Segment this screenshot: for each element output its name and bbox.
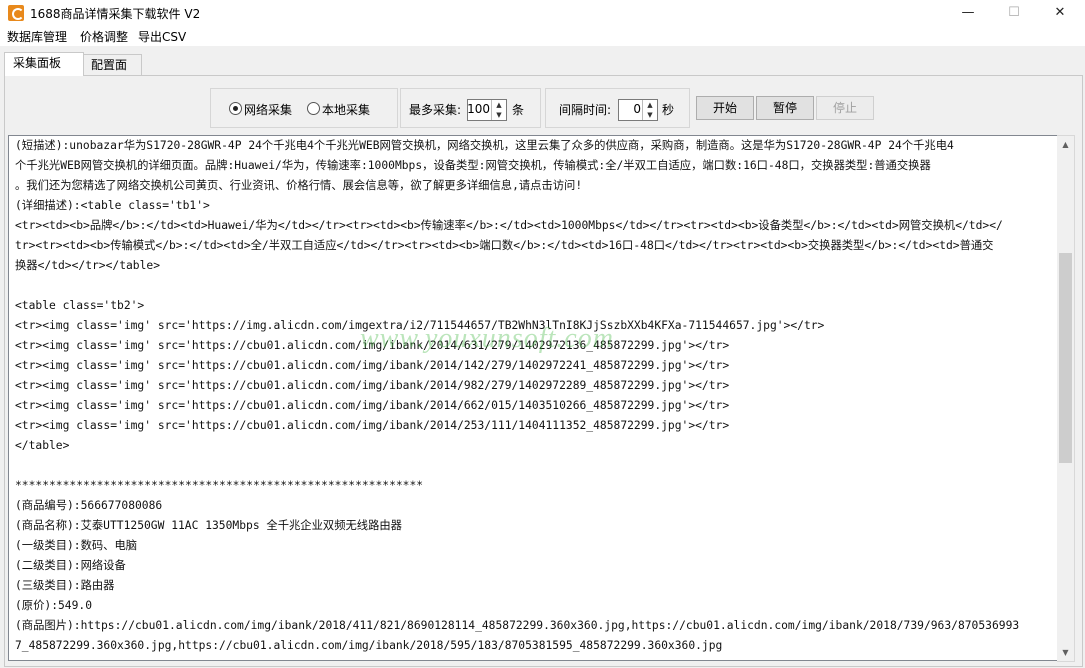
log-line: </table> bbox=[15, 439, 70, 452]
window-title: 1688商品详情采集下载软件 V2 bbox=[30, 7, 201, 21]
menu-export-csv[interactable]: 导出CSV bbox=[138, 28, 186, 45]
log-line: (二级类目):网络设备 bbox=[15, 559, 126, 572]
log-line: 换器</td></tr></table> bbox=[15, 259, 161, 272]
log-line: 7_485872299.360x360.jpg,https://cbu01.al… bbox=[15, 639, 723, 652]
log-line: ****************************************… bbox=[15, 479, 424, 492]
radio-network-label: 网络采集 bbox=[244, 103, 293, 117]
spin-down-icon[interactable]: ▼ bbox=[643, 110, 657, 120]
minimize-button[interactable]: — bbox=[945, 0, 991, 26]
log-line: <tr><img class='img' src='https://cbu01.… bbox=[15, 419, 730, 432]
log-line: (商品编号):566677080086 bbox=[15, 499, 163, 512]
radio-local[interactable] bbox=[307, 102, 320, 115]
log-line: <tr><img class='img' src='https://cbu01.… bbox=[15, 399, 730, 412]
start-button[interactable]: 开始 bbox=[696, 96, 754, 120]
interval-group: 间隔时间: 0 ▲ ▼ 秒 bbox=[545, 88, 690, 128]
log-line: (短描述):unobazar华为S1720-28GWR-4P 24个千兆电4个千… bbox=[15, 139, 954, 152]
max-count-label: 最多采集: bbox=[409, 103, 462, 117]
log-line: (一级类目):数码、电脑 bbox=[15, 539, 138, 552]
interval-stepper[interactable]: 0 ▲ ▼ bbox=[618, 99, 658, 121]
log-line: <tr><img class='img' src='https://cbu01.… bbox=[15, 379, 730, 392]
max-count-stepper[interactable]: 100 ▲ ▼ bbox=[467, 99, 507, 121]
title-bar: 1688商品详情采集下载软件 V2 — ☐ ✕ bbox=[0, 0, 1085, 26]
radio-local-label: 本地采集 bbox=[322, 103, 371, 117]
log-line: (商品图片):https://cbu01.alicdn.com/img/iban… bbox=[15, 619, 1020, 632]
scroll-up-icon[interactable]: ▲ bbox=[1057, 136, 1074, 153]
menu-price-adjust[interactable]: 价格调整 bbox=[80, 28, 128, 45]
scroll-thumb[interactable] bbox=[1059, 253, 1072, 463]
radio-network[interactable] bbox=[229, 102, 242, 115]
log-line: (详细描述):<table class='tb1'> bbox=[15, 199, 210, 212]
log-line: <tr><img class='img' src='https://cbu01.… bbox=[15, 359, 730, 372]
tab-config[interactable]: 配置面板 bbox=[82, 54, 142, 92]
interval-value: 0 bbox=[633, 102, 641, 116]
max-count-value: 100 bbox=[467, 102, 490, 116]
log-line: 。我们还为您精选了网络交换机公司黄页、行业资讯、价格行情、展会信息等，欲了解更多… bbox=[15, 179, 583, 192]
watermark: www.youxunsoft.com bbox=[360, 323, 614, 354]
log-line: <tr><td><b>品牌</b>:</td><td>Huawei/华为</td… bbox=[15, 219, 1003, 232]
interval-arrows[interactable]: ▲ ▼ bbox=[642, 100, 657, 120]
close-button[interactable]: ✕ bbox=[1037, 0, 1083, 26]
vertical-scrollbar[interactable]: ▲ ▼ bbox=[1057, 135, 1075, 662]
log-line: tr><tr><td><b>传输模式</b>:</td><td>全/半双工自适应… bbox=[15, 239, 994, 252]
spin-up-icon[interactable]: ▲ bbox=[643, 100, 657, 110]
log-line: <table class='tb2'> bbox=[15, 299, 145, 312]
scroll-down-icon[interactable]: ▼ bbox=[1057, 644, 1074, 661]
spin-up-icon[interactable]: ▲ bbox=[492, 100, 506, 110]
max-count-unit: 条 bbox=[512, 103, 525, 117]
log-line: (商品名称):艾泰UTT1250GW 11AC 1350Mbps 全千兆企业双频… bbox=[15, 519, 402, 532]
interval-unit: 秒 bbox=[662, 103, 675, 117]
pause-button[interactable]: 暂停 bbox=[756, 96, 814, 120]
app-icon bbox=[8, 5, 24, 21]
log-line: (三级类目):路由器 bbox=[15, 579, 115, 592]
max-count-arrows[interactable]: ▲ ▼ bbox=[491, 100, 506, 120]
menu-database[interactable]: 数据库管理 bbox=[7, 28, 67, 45]
tab-strip: 采集面板 配置面板 bbox=[0, 52, 1085, 92]
tab-collect[interactable]: 采集面板 bbox=[4, 52, 84, 76]
max-count-group: 最多采集: 100 ▲ ▼ 条 bbox=[400, 88, 541, 128]
spin-down-icon[interactable]: ▼ bbox=[492, 110, 506, 120]
mode-group: 网络采集 本地采集 bbox=[210, 88, 398, 128]
log-line: (原价):549.0 bbox=[15, 599, 93, 612]
maximize-button[interactable]: ☐ bbox=[991, 0, 1037, 26]
stop-button[interactable]: 停止 bbox=[816, 96, 874, 120]
menu-bar: 数据库管理 价格调整 导出CSV bbox=[0, 26, 1085, 46]
log-line: 个千兆光WEB网管交换机的详细页面。品牌:Huawei/华为，传输速率:1000… bbox=[15, 159, 931, 172]
output-textarea[interactable]: (短描述):unobazar华为S1720-28GWR-4P 24个千兆电4个千… bbox=[8, 135, 1058, 661]
interval-label: 间隔时间: bbox=[559, 103, 612, 117]
